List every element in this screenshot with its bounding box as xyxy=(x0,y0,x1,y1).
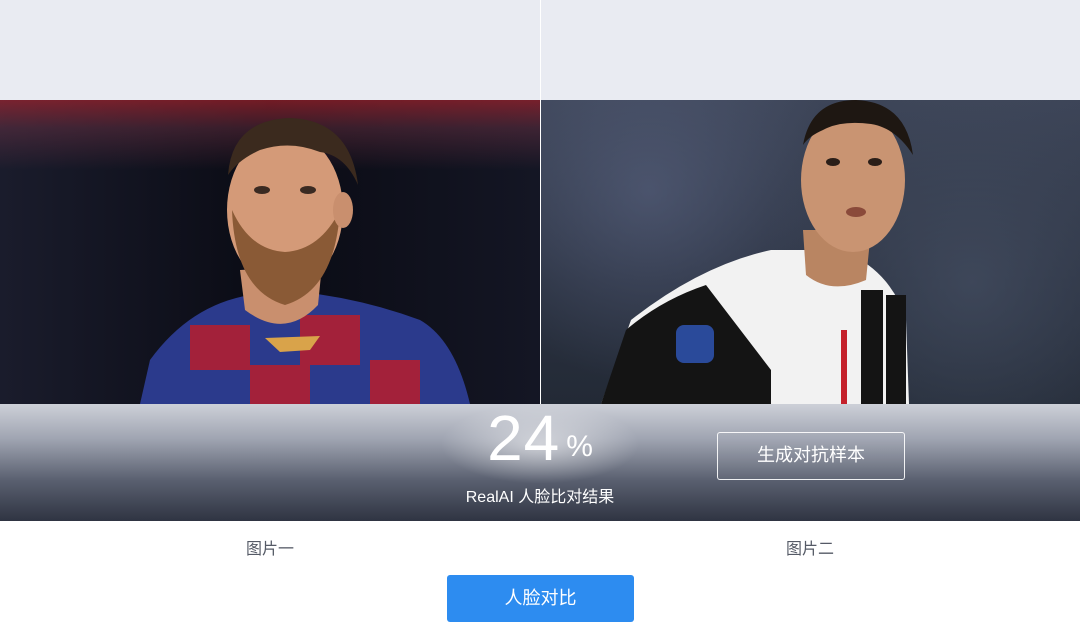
image-caption-right: 图片二 xyxy=(785,541,834,558)
image-pane-right xyxy=(541,0,1080,404)
generate-adversarial-button[interactable]: 生成对抗样本 xyxy=(717,432,905,480)
image-pane-top-right xyxy=(541,0,1080,100)
face-illustration-left xyxy=(140,118,470,404)
face-compare-button[interactable]: 人脸对比 xyxy=(447,575,634,622)
result-band: 24% RealAI 人脸比对结果 xyxy=(0,404,1080,521)
image-pane-top-left xyxy=(0,0,540,100)
similarity-score: 24% xyxy=(0,404,1080,470)
result-label: RealAI 人脸比对结果 xyxy=(465,489,615,506)
score-unit: % xyxy=(566,430,593,463)
face-photo-right xyxy=(541,100,1080,404)
face-photo-left xyxy=(0,100,540,404)
image-caption-left: 图片一 xyxy=(245,541,294,558)
top-divider xyxy=(540,0,541,100)
score-value: 24 xyxy=(487,402,561,474)
image-pane-left xyxy=(0,0,540,404)
face-illustration-right xyxy=(601,100,913,404)
